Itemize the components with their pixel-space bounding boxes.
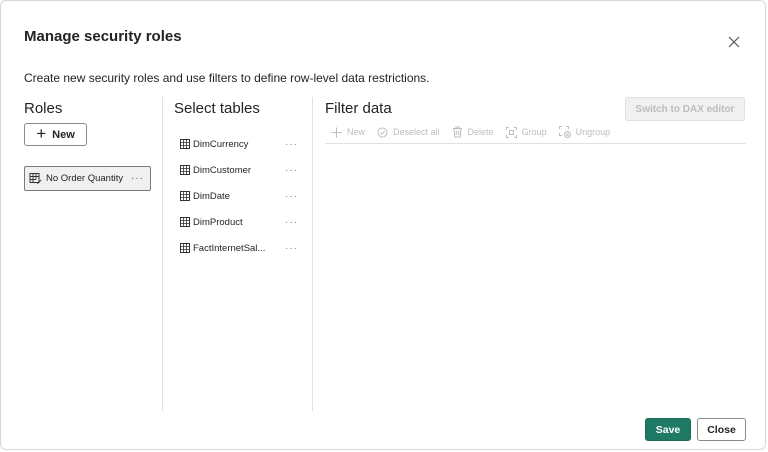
role-more-options[interactable]: ···: [131, 173, 144, 184]
select-tables-heading: Select tables: [174, 100, 260, 117]
new-role-label: New: [52, 128, 75, 141]
table-more-options[interactable]: ···: [285, 165, 298, 176]
table-label: DimCustomer: [193, 164, 252, 176]
table-label: DimCurrency: [193, 138, 249, 150]
toolbar-divider: [325, 143, 746, 144]
dialog-title: Manage security roles: [24, 28, 182, 45]
filter-toolbar: New Deselect all Delete Group Ungroup: [331, 125, 622, 139]
table-label: DimDate: [193, 190, 230, 202]
roles-heading: Roles: [24, 100, 63, 117]
plus-icon: [331, 127, 342, 137]
table-more-options[interactable]: ···: [285, 191, 298, 202]
manage-security-roles-dialog: Manage security roles Create new securit…: [0, 0, 766, 450]
table-label: FactInternetSal...: [193, 242, 266, 254]
table-more-options[interactable]: ···: [285, 243, 298, 254]
plus-icon: +: [36, 124, 47, 143]
deselect-all-button[interactable]: Deselect all: [377, 127, 440, 138]
group-label: Group: [521, 127, 547, 137]
delete-button[interactable]: Delete: [452, 126, 494, 138]
role-item-no-order-quantity[interactable]: No Order Quantity ···: [24, 166, 151, 191]
dialog-description: Create new security roles and use filter…: [24, 71, 430, 85]
roles-divider: [162, 97, 163, 411]
table-icon: [180, 191, 190, 201]
tables-divider: [312, 97, 313, 411]
close-button[interactable]: Close: [697, 418, 746, 441]
new-role-button[interactable]: + New: [24, 123, 87, 146]
filter-new-button[interactable]: New: [331, 127, 365, 138]
trash-icon: [452, 126, 462, 138]
table-item-factinternetsales[interactable]: FactInternetSal... ···: [180, 239, 298, 257]
table-icon: [180, 243, 190, 253]
role-table-edit-icon: [29, 173, 42, 185]
ungroup-button[interactable]: Ungroup: [558, 126, 611, 138]
table-item-dimdate[interactable]: DimDate ···: [180, 187, 298, 205]
table-icon: [180, 139, 190, 149]
table-item-dimcustomer[interactable]: DimCustomer ···: [180, 161, 298, 179]
table-label: DimProduct: [193, 216, 243, 228]
close-icon[interactable]: [727, 35, 741, 49]
table-item-dimproduct[interactable]: DimProduct ···: [180, 213, 298, 231]
switch-to-dax-editor-button[interactable]: Switch to DAX editor: [625, 97, 745, 121]
delete-label: Delete: [467, 127, 494, 137]
filter-data-heading: Filter data: [325, 100, 392, 117]
ungroup-icon: [558, 126, 571, 138]
role-label: No Order Quantity: [46, 173, 124, 184]
table-icon: [180, 217, 190, 227]
group-icon: [505, 126, 517, 138]
table-icon: [180, 165, 190, 175]
filter-new-label: New: [347, 127, 366, 137]
deselect-all-label: Deselect all: [393, 127, 440, 137]
deselect-circle-icon: [377, 127, 388, 137]
table-more-options[interactable]: ···: [285, 139, 298, 150]
save-button[interactable]: Save: [645, 418, 691, 441]
ungroup-label: Ungroup: [575, 127, 611, 137]
group-button[interactable]: Group: [505, 126, 547, 138]
table-more-options[interactable]: ···: [285, 217, 298, 228]
table-item-dimcurrency[interactable]: DimCurrency ···: [180, 135, 298, 153]
